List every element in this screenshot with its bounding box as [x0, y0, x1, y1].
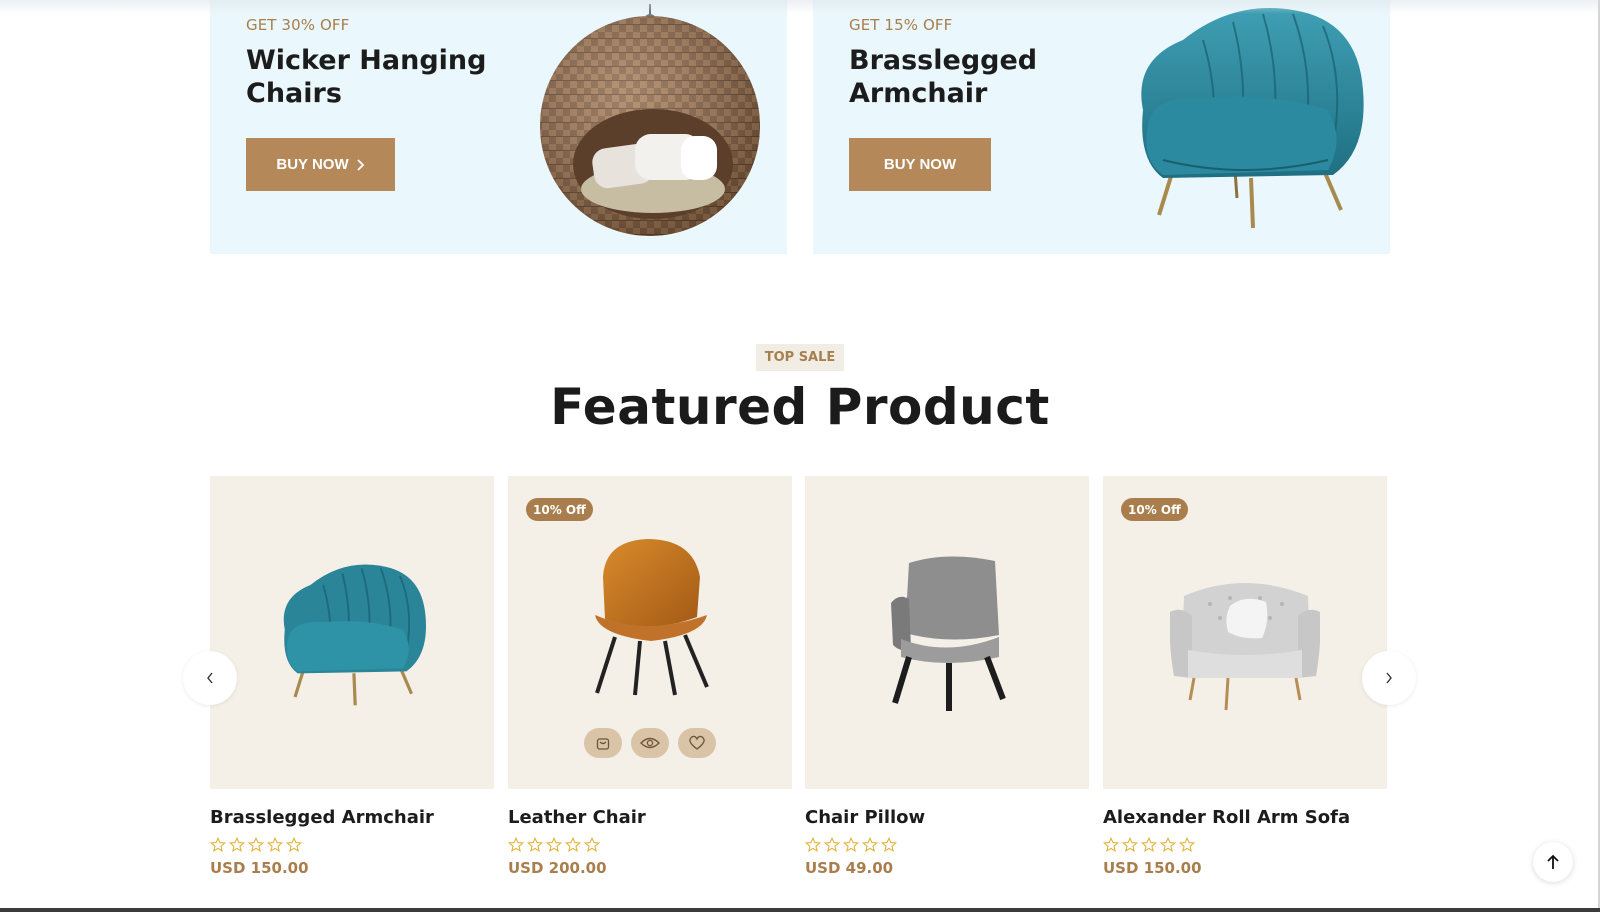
arrow-up-icon	[1547, 854, 1559, 869]
product-card[interactable]: Brasslegged Armchair USD 150.00	[210, 476, 494, 877]
teal-armchair-image	[1141, 8, 1364, 229]
star-icon	[210, 837, 226, 853]
wicker-hanging-chair-image	[540, 4, 760, 236]
rating-stars	[805, 837, 1089, 853]
product-image-area[interactable]	[805, 476, 1089, 789]
chevron-right-icon	[1386, 672, 1392, 684]
product-image-area[interactable]: 10% Off	[1103, 476, 1387, 789]
chevron-right-icon	[356, 158, 364, 171]
product-price: USD 49.00	[805, 859, 894, 877]
star-icon	[1179, 837, 1195, 853]
product-card[interactable]: 10% Off Alexander Roll Arm Sofa USD 150.…	[1103, 476, 1387, 877]
section-title: Featured Product	[550, 378, 1050, 436]
buy-now-label: BUY NOW	[276, 156, 349, 173]
star-icon	[862, 837, 878, 853]
discount-badge: 10% Off	[1121, 498, 1188, 521]
product-image-area[interactable]	[210, 476, 494, 789]
product-price: USD 150.00	[210, 859, 309, 877]
banner-title[interactable]: Wicker Hanging Chairs	[246, 44, 506, 110]
star-icon	[881, 837, 897, 853]
bottom-edge	[0, 908, 1600, 912]
carousel-prev-button[interactable]	[183, 651, 237, 705]
buy-now-button[interactable]: BUY NOW	[246, 138, 395, 191]
product-name[interactable]: Brasslegged Armchair	[210, 807, 494, 828]
product-price: USD 150.00	[1103, 859, 1202, 877]
discount-badge: 10% Off	[526, 498, 593, 521]
star-icon	[584, 837, 600, 853]
star-icon	[229, 837, 245, 853]
leather-chair-image	[595, 538, 709, 696]
product-name[interactable]: Leather Chair	[508, 807, 792, 828]
teal-armchair-image	[283, 564, 426, 705]
star-icon	[546, 837, 562, 853]
scroll-to-top-button[interactable]	[1533, 842, 1573, 882]
product-name[interactable]: Alexander Roll Arm Sofa	[1103, 807, 1387, 828]
rating-stars	[1103, 837, 1387, 853]
quick-view-button[interactable]	[631, 728, 669, 758]
banner-discount: GET 15% OFF	[849, 16, 953, 34]
star-icon	[1141, 837, 1157, 853]
rating-stars	[210, 837, 494, 853]
star-icon	[805, 837, 821, 853]
star-icon	[1122, 837, 1138, 853]
product-price: USD 200.00	[508, 859, 607, 877]
star-icon	[843, 837, 859, 853]
buy-now-label: BUY NOW	[883, 156, 957, 173]
star-icon	[1160, 837, 1176, 853]
eye-icon	[640, 737, 660, 749]
star-icon	[1103, 837, 1119, 853]
banner-discount: GET 30% OFF	[246, 16, 350, 34]
banner-title[interactable]: Brasslegged Armchair	[849, 44, 1109, 110]
star-icon	[267, 837, 283, 853]
chevron-left-icon	[207, 672, 213, 684]
section-tag: TOP SALE	[756, 344, 844, 371]
heart-icon	[689, 735, 705, 750]
star-icon	[824, 837, 840, 853]
promo-banner-wicker: GET 30% OFF Wicker Hanging Chairs BUY NO…	[210, 0, 787, 254]
white-sofa-chair-image	[1170, 582, 1320, 710]
product-name[interactable]: Chair Pillow	[805, 807, 1089, 828]
carousel-next-button[interactable]	[1362, 651, 1416, 705]
rating-stars	[508, 837, 792, 853]
product-image-area[interactable]: 10% Off	[508, 476, 792, 789]
star-icon	[248, 837, 264, 853]
add-to-cart-button[interactable]	[584, 728, 622, 758]
star-icon	[286, 837, 302, 853]
wishlist-button[interactable]	[678, 728, 716, 758]
product-card[interactable]: Chair Pillow USD 49.00	[805, 476, 1089, 877]
cart-icon	[596, 738, 610, 750]
grey-chair-image	[891, 555, 1006, 711]
product-actions	[508, 728, 792, 758]
star-icon	[527, 837, 543, 853]
buy-now-button[interactable]: BUY NOW	[849, 138, 991, 191]
star-icon	[508, 837, 524, 853]
product-card[interactable]: 10% Off Leather Chair USD 200.00	[508, 476, 792, 877]
promo-banner-armchair: GET 15% OFF Brasslegged Armchair BUY NOW	[813, 0, 1390, 254]
star-icon	[565, 837, 581, 853]
